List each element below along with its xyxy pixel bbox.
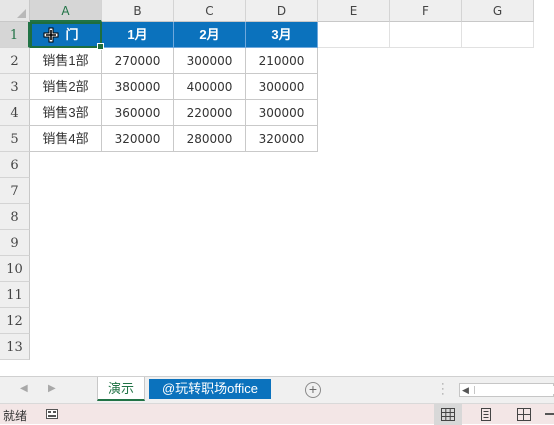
sheet-tab-office[interactable]: @玩转职场office xyxy=(149,379,271,399)
page-layout-view-button[interactable] xyxy=(472,404,500,425)
sheet-tab-bar: ◀ ▶ 演示 @玩转职场office + · · · ◀ xyxy=(0,376,554,403)
cell-a1[interactable]: 部门 xyxy=(30,22,102,48)
row-header-10[interactable]: 10 xyxy=(0,256,30,282)
worksheet: A B C D E F G 1 2 3 4 5 6 7 8 9 10 11 12… xyxy=(0,0,554,376)
table-row: 销售1部 270000 300000 210000 xyxy=(30,48,534,74)
cell-a3[interactable]: 销售2部 xyxy=(30,74,102,100)
cell-b5[interactable]: 320000 xyxy=(102,126,174,152)
cell-b2[interactable]: 270000 xyxy=(102,48,174,74)
row-header-5[interactable]: 5 xyxy=(0,126,30,152)
cell-e1[interactable] xyxy=(318,22,390,48)
row-header-13[interactable]: 13 xyxy=(0,334,30,360)
row-header-3[interactable]: 3 xyxy=(0,74,30,100)
horizontal-scrollbar[interactable]: ◀ xyxy=(459,383,554,397)
cell-c2[interactable]: 300000 xyxy=(174,48,246,74)
row-header-11[interactable]: 11 xyxy=(0,282,30,308)
cell-c4[interactable]: 220000 xyxy=(174,100,246,126)
column-header-c[interactable]: C xyxy=(174,0,246,22)
page-layout-icon xyxy=(481,408,491,421)
column-header-d[interactable]: D xyxy=(246,0,318,22)
move-cursor-icon xyxy=(43,27,59,43)
cell-a2[interactable]: 销售1部 xyxy=(30,48,102,74)
cell-b1[interactable]: 1月 xyxy=(102,22,174,48)
cell-f1[interactable] xyxy=(390,22,462,48)
select-all-corner[interactable] xyxy=(0,0,30,22)
cell-c1[interactable]: 2月 xyxy=(174,22,246,48)
cell-c5[interactable]: 280000 xyxy=(174,126,246,152)
chevron-left-icon[interactable]: ◀ xyxy=(20,383,28,394)
row-header-8[interactable]: 8 xyxy=(0,204,30,230)
cell-b3[interactable]: 380000 xyxy=(102,74,174,100)
row-header-9[interactable]: 9 xyxy=(0,230,30,256)
row-header-4[interactable]: 4 xyxy=(0,100,30,126)
table-row: 销售2部 380000 400000 300000 xyxy=(30,74,534,100)
table-header-row: 部门 1月 2月 3月 xyxy=(30,22,534,48)
row-header-6[interactable]: 6 xyxy=(0,152,30,178)
row-header-7[interactable]: 7 xyxy=(0,178,30,204)
table-row: 销售3部 360000 220000 300000 xyxy=(30,100,534,126)
normal-view-button[interactable] xyxy=(434,404,462,425)
column-headers: A B C D E F G xyxy=(30,0,534,22)
row-header-12[interactable]: 12 xyxy=(0,308,30,334)
cell-d1[interactable]: 3月 xyxy=(246,22,318,48)
cell-a5[interactable]: 销售4部 xyxy=(30,126,102,152)
row-header-2[interactable]: 2 xyxy=(0,48,30,74)
cell-d3[interactable]: 300000 xyxy=(246,74,318,100)
status-bar: 就绪 xyxy=(0,403,554,425)
macro-record-icon[interactable] xyxy=(46,409,58,419)
chevron-right-icon[interactable]: ▶ xyxy=(48,383,56,394)
grid-view-icon xyxy=(441,408,455,421)
cell-a1-visible-text: 门 xyxy=(65,27,79,42)
cell-d2[interactable]: 210000 xyxy=(246,48,318,74)
cell-d4[interactable]: 300000 xyxy=(246,100,318,126)
cell-d5[interactable]: 320000 xyxy=(246,126,318,152)
column-header-f[interactable]: F xyxy=(390,0,462,22)
row-headers: 1 2 3 4 5 6 7 8 9 10 11 12 13 xyxy=(0,22,30,360)
plus-circle-icon[interactable]: + xyxy=(305,382,321,398)
scroll-left-arrow-icon[interactable]: ◀ xyxy=(462,385,469,396)
tab-splitter-handle[interactable]: · · · xyxy=(441,379,445,400)
cell-c3[interactable]: 400000 xyxy=(174,74,246,100)
scrollbar-thumb[interactable] xyxy=(474,386,554,394)
cell-grid: 部门 1月 2月 3月 销售1部 270000 300000 210000 销售… xyxy=(30,22,534,152)
row-header-1[interactable]: 1 xyxy=(0,22,30,48)
table-row: 销售4部 320000 280000 320000 xyxy=(30,126,534,152)
status-ready: 就绪 xyxy=(3,409,28,423)
column-header-e[interactable]: E xyxy=(318,0,390,22)
cell-g1[interactable] xyxy=(462,22,534,48)
column-header-b[interactable]: B xyxy=(102,0,174,22)
sheet-tab-demo[interactable]: 演示 xyxy=(97,377,145,401)
cell-b4[interactable]: 360000 xyxy=(102,100,174,126)
page-break-view-button[interactable] xyxy=(510,404,538,425)
cell-a4[interactable]: 销售3部 xyxy=(30,100,102,126)
column-header-g[interactable]: G xyxy=(462,0,534,22)
page-break-icon xyxy=(517,408,531,421)
column-header-a[interactable]: A xyxy=(30,0,102,22)
zoom-out-button[interactable] xyxy=(545,413,554,415)
